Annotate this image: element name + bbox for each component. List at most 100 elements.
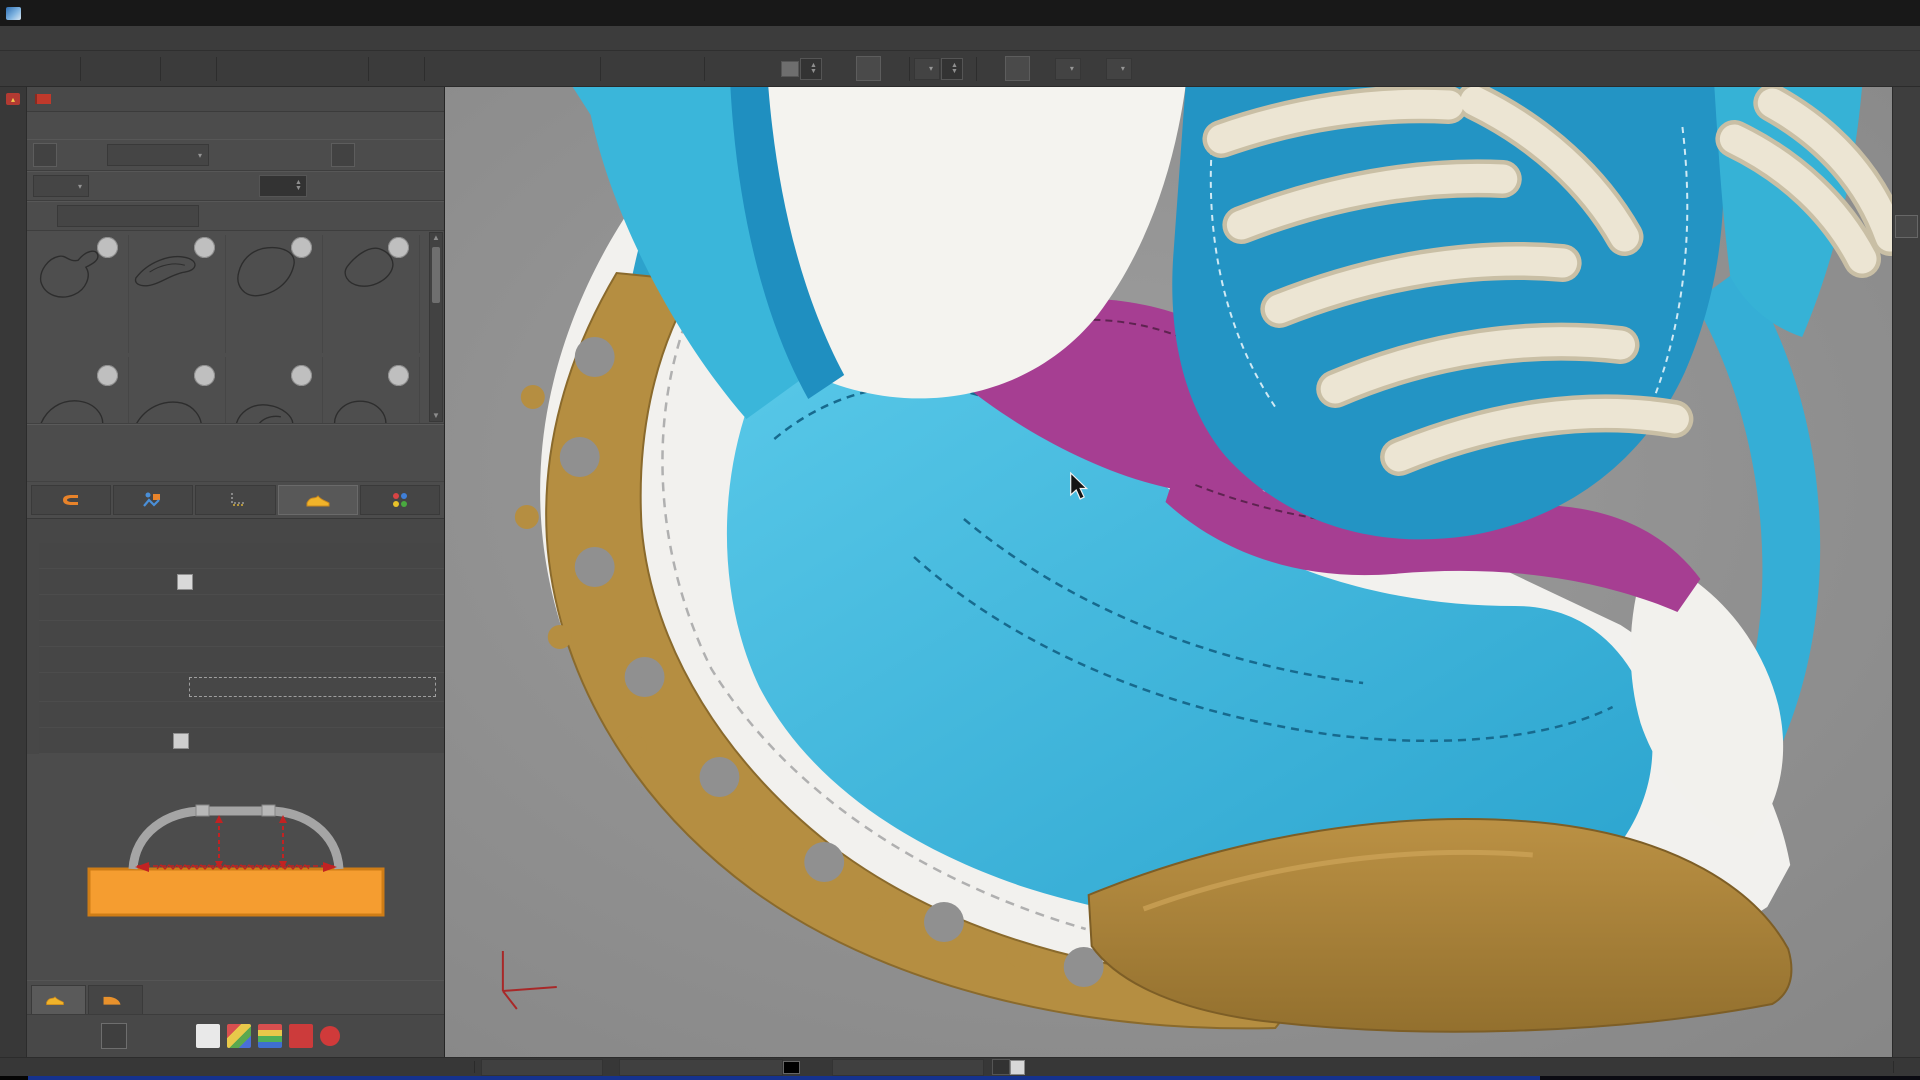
down-icon[interactable] [1166, 57, 1189, 80]
piece-thumb-5[interactable] [31, 357, 129, 423]
shoe-photo-icon[interactable] [227, 1024, 251, 1048]
menu-window[interactable] [78, 36, 96, 40]
expand-rail-icon[interactable] [1896, 649, 1917, 670]
lamp-caret-icon[interactable] [397, 57, 420, 80]
flag-icon[interactable] [855, 56, 881, 81]
up-icon[interactable] [1142, 57, 1165, 80]
piece-orange-icon[interactable] [101, 1023, 127, 1049]
shoe-box-icon[interactable] [196, 1024, 220, 1048]
piece-shape-icon[interactable] [33, 205, 55, 227]
minimize-button[interactable] [1798, 3, 1832, 23]
background-color-swatch[interactable] [783, 1060, 800, 1074]
piece-marks-icon[interactable] [347, 1024, 371, 1048]
menu-tools[interactable] [60, 36, 78, 40]
panel-b-icon[interactable] [1214, 57, 1237, 80]
tab-piece-pins[interactable] [113, 485, 194, 515]
color-swatch[interactable] [781, 60, 799, 77]
remove-pick-icon[interactable] [273, 205, 295, 227]
corte-dropdown[interactable] [619, 1058, 783, 1076]
menu-edit[interactable] [24, 36, 42, 40]
rotate-circle-icon[interactable] [134, 1024, 158, 1048]
cardboard-dropdown[interactable] [832, 1058, 984, 1076]
tab-piece-offset[interactable] [31, 485, 112, 515]
lamp-icon[interactable] [373, 57, 396, 80]
piece-blue-rail-icon[interactable] [1896, 409, 1917, 430]
half-sole-icon[interactable] [1896, 143, 1917, 164]
wave-caret-icon[interactable] [477, 57, 500, 80]
knife-icon[interactable] [221, 57, 244, 80]
piece-thumb-7[interactable] [225, 357, 323, 423]
sole-b-icon[interactable] [1896, 553, 1917, 574]
target-icon[interactable] [501, 57, 524, 80]
knife-alt-icon[interactable] [245, 57, 268, 80]
view-checkbox[interactable] [177, 573, 193, 590]
first-piece-icon[interactable] [211, 144, 233, 166]
dome-handle-left[interactable] [195, 804, 209, 817]
folder-icon[interactable] [1896, 313, 1917, 334]
ghost-view-icon[interactable] [331, 143, 355, 167]
spin-left-icon[interactable] [187, 175, 209, 197]
curve-b-icon[interactable] [653, 57, 676, 80]
tab-padding-engraving[interactable] [88, 985, 143, 1014]
paste-icon[interactable] [317, 57, 340, 80]
thumbnails-scrollbar[interactable]: ▲ ▼ [429, 232, 443, 422]
next-piece-icon[interactable] [259, 144, 281, 166]
tab-piece-colors[interactable] [359, 485, 441, 515]
save-all-icon[interactable] [53, 57, 76, 80]
pink-shoe-icon[interactable] [1896, 361, 1917, 382]
bulb-icon[interactable] [1896, 577, 1917, 598]
shoe-stack-icon[interactable] [39, 1024, 63, 1048]
shape-filter-icon[interactable] [297, 205, 319, 227]
copy-pieces-icon[interactable] [1896, 95, 1917, 116]
bold-icon[interactable] [309, 175, 331, 197]
stitch-icon[interactable] [341, 57, 364, 80]
move-icon[interactable] [733, 57, 756, 80]
arch-icon[interactable] [1896, 265, 1917, 286]
lock-normals-checkbox[interactable]: . [173, 732, 189, 749]
piece-thumb-1[interactable] [31, 235, 129, 353]
lock-rail-icon[interactable] [1896, 625, 1917, 646]
heel-icon[interactable] [165, 1024, 189, 1048]
pan-icon[interactable] [85, 57, 108, 80]
grid-list-icon[interactable] [33, 143, 57, 167]
sole-active-icon[interactable] [1895, 215, 1918, 238]
piece-outline-rail-icon[interactable] [1896, 241, 1917, 262]
highlight-icon[interactable] [307, 144, 329, 166]
slope-icon[interactable] [832, 57, 855, 80]
doc-a-icon[interactable] [333, 175, 355, 197]
figures-icon[interactable] [882, 57, 905, 80]
doc-b-icon[interactable] [357, 175, 379, 197]
body-dropdown[interactable]: ▾ [913, 57, 940, 80]
piece-thumb-6[interactable] [128, 357, 226, 423]
pencil-icon[interactable] [525, 57, 548, 80]
shoe-up-icon[interactable] [1031, 57, 1054, 80]
heel-rail-icon[interactable] [1896, 505, 1917, 526]
rainbow-shoe-icon[interactable] [258, 1024, 282, 1048]
pin-icon[interactable] [397, 91, 413, 107]
rotate-circle-rail-icon[interactable] [1896, 481, 1917, 502]
measure-icon[interactable] [1896, 601, 1917, 622]
undo-icon[interactable] [165, 57, 188, 80]
flip-v-icon[interactable] [163, 175, 185, 197]
wedge-rail-icon[interactable] [1896, 457, 1917, 478]
layer-b-icon[interactable] [1004, 56, 1030, 81]
combo-swatch-icon[interactable] [1082, 57, 1105, 80]
views-dropdown[interactable]: ▾ [1054, 57, 1081, 80]
export-arrow-icon[interactable] [1896, 385, 1917, 406]
cut-region-icon[interactable] [133, 57, 156, 80]
filter-none-dropdown[interactable] [57, 205, 199, 227]
dimension-dropdown[interactable]: ▾ [33, 175, 89, 197]
curve-icon[interactable] [549, 57, 572, 80]
lock-icon[interactable] [677, 57, 700, 80]
cursor-icon[interactable] [605, 57, 628, 80]
panel-close-icon[interactable] [420, 91, 436, 107]
scrollbar-thumb[interactable] [432, 247, 440, 303]
menu-language[interactable] [114, 36, 132, 40]
rotate-cw-icon[interactable] [91, 175, 113, 197]
menu-help[interactable] [132, 36, 150, 40]
sole-a-icon[interactable] [1896, 529, 1917, 550]
more-tools-caret-icon[interactable] [378, 1024, 402, 1048]
piece-outline-icon[interactable] [70, 1024, 94, 1048]
piece-thumb-8[interactable] [322, 357, 420, 423]
pick-piece-icon[interactable] [249, 205, 271, 227]
